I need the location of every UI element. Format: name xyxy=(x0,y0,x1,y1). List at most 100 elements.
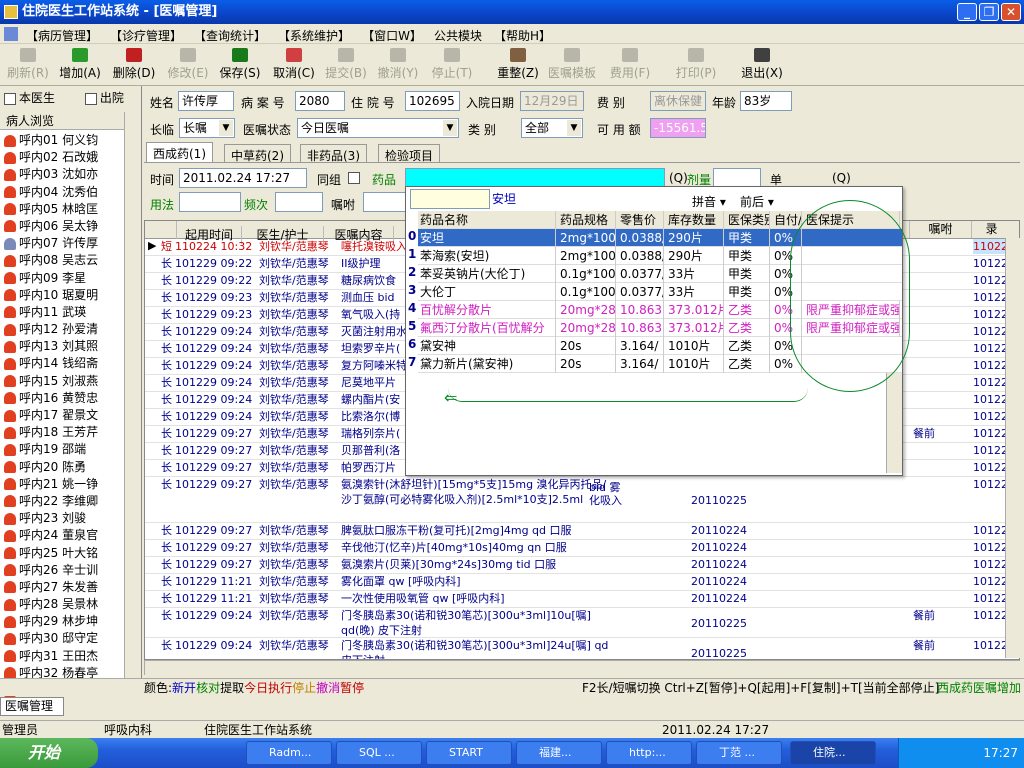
patient-item[interactable]: 呼内08 吴志云 xyxy=(0,252,124,269)
taskbar-item-zhuyuan[interactable]: 住院... xyxy=(790,741,876,765)
patient-item[interactable]: 呼内23 刘骏 xyxy=(0,510,124,527)
toolbar-button-1[interactable]: 增加(A) xyxy=(54,48,106,84)
patient-item[interactable]: 呼内26 辛士训 xyxy=(0,562,124,579)
tab-lab-tests[interactable]: 检验项目 xyxy=(378,144,441,163)
patient-item[interactable]: 呼内15 刘淑燕 xyxy=(0,373,124,390)
start-button[interactable]: 开始 xyxy=(0,738,98,768)
patient-item[interactable]: 呼内02 石改娥 xyxy=(0,149,124,166)
status-select[interactable]: 今日医嘱 ▼ xyxy=(297,118,459,138)
note-field[interactable] xyxy=(363,192,407,212)
patient-item[interactable]: 呼内24 董泉官 xyxy=(0,527,124,544)
popup-col-header[interactable]: 药品名称 xyxy=(418,211,556,229)
drug-input[interactable] xyxy=(405,168,665,188)
popup-col-header[interactable]: 医保类别 xyxy=(726,211,770,229)
patient-item[interactable]: 呼内21 姚一铮 xyxy=(0,476,124,493)
patient-item[interactable]: 呼内27 朱发善 xyxy=(0,579,124,596)
popup-col-header[interactable]: 药品规格 xyxy=(558,211,616,229)
taskbar-item-start[interactable]: START xyxy=(426,741,512,765)
patient-item[interactable]: 呼内18 王芳芹 xyxy=(0,424,124,441)
patient-item[interactable]: 呼内14 钱绍斋 xyxy=(0,355,124,372)
inpatient-field[interactable]: 102695 xyxy=(405,91,460,111)
patient-item[interactable]: 呼内13 刘其照 xyxy=(0,338,124,355)
table-row[interactable]: 长 101229 09:27 刘钦华/范惠琴 脾氨肽口服冻干粉(复可托)[2mg]4m… xyxy=(145,523,1019,540)
group-checkbox[interactable] xyxy=(348,172,360,184)
order-select[interactable]: 前后 ▾ xyxy=(740,193,774,210)
taskbar-item-fujian[interactable]: 福建... xyxy=(516,741,602,765)
table-row[interactable]: 长 101229 09:24 刘钦华/范惠琴 门冬胰岛素30(诺和锐30笔芯)[300… xyxy=(145,608,1019,638)
time-field[interactable]: 2011.02.24 17:27 xyxy=(179,168,307,188)
tab-western-medicine[interactable]: 西成药(1) xyxy=(146,142,213,162)
toolbar-button-7[interactable]: 撤消(Y) xyxy=(372,48,424,84)
popup-col-header[interactable]: 库存数量 xyxy=(666,211,724,229)
col-note[interactable]: 嘱咐 xyxy=(909,221,971,238)
dock-tab-orders[interactable]: 医嘱管理 xyxy=(0,697,64,716)
toolbar-button-10[interactable]: 医嘱模板 xyxy=(546,48,598,84)
table-row[interactable]: 长 101229 09:27 刘钦华/范惠琴 氨溴索片(贝莱)[30mg*24s]30… xyxy=(145,557,1019,574)
patient-item[interactable]: 呼内20 陈勇 xyxy=(0,459,124,476)
patient-item[interactable]: 呼内30 邸守定 xyxy=(0,630,124,647)
discharged-checkbox[interactable] xyxy=(84,92,97,105)
toolbar-button-13[interactable]: 退出(X) xyxy=(736,48,788,84)
class-select[interactable]: 全部 ▼ xyxy=(521,118,583,138)
tab-non-drug[interactable]: 非药品(3) xyxy=(300,144,367,163)
patient-item[interactable]: 呼内07 许传厚 xyxy=(0,235,124,252)
grid-vertical-scrollbar[interactable] xyxy=(1005,238,1020,658)
toolbar-button-6[interactable]: 提交(B) xyxy=(320,48,372,84)
toolbar-button-9[interactable]: 重整(Z) xyxy=(492,48,544,84)
patient-item[interactable]: 呼内31 王田杰 xyxy=(0,648,124,665)
popup-search-box[interactable] xyxy=(410,189,490,209)
popup-scrollbar[interactable] xyxy=(886,373,902,473)
grid-horizontal-scrollbar[interactable] xyxy=(144,660,1020,675)
patient-item[interactable]: 呼内19 邵端 xyxy=(0,441,124,458)
patient-item[interactable]: 呼内25 叶大铭 xyxy=(0,545,124,562)
toolbar-button-5[interactable]: 取消(C) xyxy=(268,48,320,84)
toolbar-button-12[interactable]: 打印(P) xyxy=(670,48,722,84)
patient-item[interactable]: 呼内01 何义钧 xyxy=(0,132,124,149)
case-field[interactable]: 2080 xyxy=(295,91,345,111)
this-doctor-checkbox[interactable] xyxy=(4,92,16,105)
popup-col-header[interactable]: 自付/ xyxy=(772,211,802,229)
toolbar-button-4[interactable]: 保存(S) xyxy=(214,48,266,84)
tab-chinese-herbs[interactable]: 中草药(2) xyxy=(224,144,291,163)
patient-item[interactable]: 呼内29 林步坤 xyxy=(0,613,124,630)
taskbar-item-radmin[interactable]: Radm... xyxy=(246,741,332,765)
patient-item[interactable]: 呼内11 武瑛 xyxy=(0,304,124,321)
table-row[interactable]: 长 101229 09:27 刘钦华/范惠琴 氨溴索针(沐舒坦针)[15mg*5支]1… xyxy=(145,477,1019,523)
taskbar-item-dingfan[interactable]: 丁范 ... xyxy=(696,741,782,765)
patient-item[interactable]: 呼内04 沈秀伯 xyxy=(0,184,124,201)
age-field[interactable]: 83岁 xyxy=(740,91,792,111)
patient-item[interactable]: 呼内05 林晗匡 xyxy=(0,201,124,218)
toolbar-button-11[interactable]: 费用(F) xyxy=(604,48,656,84)
col-record[interactable]: 录 xyxy=(971,221,1011,238)
toolbar-button-2[interactable]: 删除(D) xyxy=(108,48,160,84)
table-row[interactable]: 长 101229 11:21 刘钦华/范惠琴 雾化面罩 qw [呼吸内科] 201102… xyxy=(145,574,1019,591)
toolbar-button-8[interactable]: 停止(T) xyxy=(426,48,478,84)
patient-item[interactable]: 呼内03 沈如亦 xyxy=(0,166,124,183)
patient-item[interactable]: 呼内12 孙爱清 xyxy=(0,321,124,338)
pinyin-select[interactable]: 拼音 ▾ xyxy=(692,193,726,210)
table-row[interactable]: 长 101229 11:21 刘钦华/范惠琴 一次性使用吸氧管 qw [呼吸内科] 20… xyxy=(145,591,1019,608)
patient-item[interactable]: 呼内10 琚夏明 xyxy=(0,287,124,304)
table-row[interactable]: 长 101229 09:27 刘钦华/范惠琴 辛伐他汀(忆辛)片[40mg*10s]4… xyxy=(145,540,1019,557)
patient-item[interactable]: 呼内09 李星 xyxy=(0,270,124,287)
dose-field[interactable] xyxy=(713,168,761,188)
close-button[interactable]: ✕ xyxy=(1001,3,1021,21)
taskbar-item-http[interactable]: http:... xyxy=(606,741,692,765)
patient-item[interactable]: 呼内16 黄赞忠 xyxy=(0,390,124,407)
usage-field[interactable] xyxy=(179,192,241,212)
minimize-button[interactable]: _ xyxy=(957,3,977,21)
restore-button[interactable]: ❐ xyxy=(979,3,999,21)
name-field[interactable]: 许传厚 xyxy=(178,91,234,111)
patient-list-scrollbar[interactable] xyxy=(124,112,141,696)
toolbar-button-0[interactable]: 刷新(R) xyxy=(2,48,54,84)
patient-item[interactable]: 呼内06 吴太铮 xyxy=(0,218,124,235)
popup-col-header[interactable]: 零售价 xyxy=(618,211,664,229)
taskbar-item-sql[interactable]: SQL ... xyxy=(336,741,422,765)
freq-field[interactable] xyxy=(275,192,323,212)
toolbar-button-3[interactable]: 修改(E) xyxy=(162,48,214,84)
patient-item[interactable]: 呼内17 翟景文 xyxy=(0,407,124,424)
table-row[interactable]: 长 101229 09:24 刘钦华/范惠琴 门冬胰岛素30(诺和锐30笔芯)[300… xyxy=(145,638,1019,659)
patient-item[interactable]: 呼内22 李维卿 xyxy=(0,493,124,510)
patient-item[interactable]: 呼内28 吴景林 xyxy=(0,596,124,613)
term-select[interactable]: 长嘱 ▼ xyxy=(179,118,235,138)
